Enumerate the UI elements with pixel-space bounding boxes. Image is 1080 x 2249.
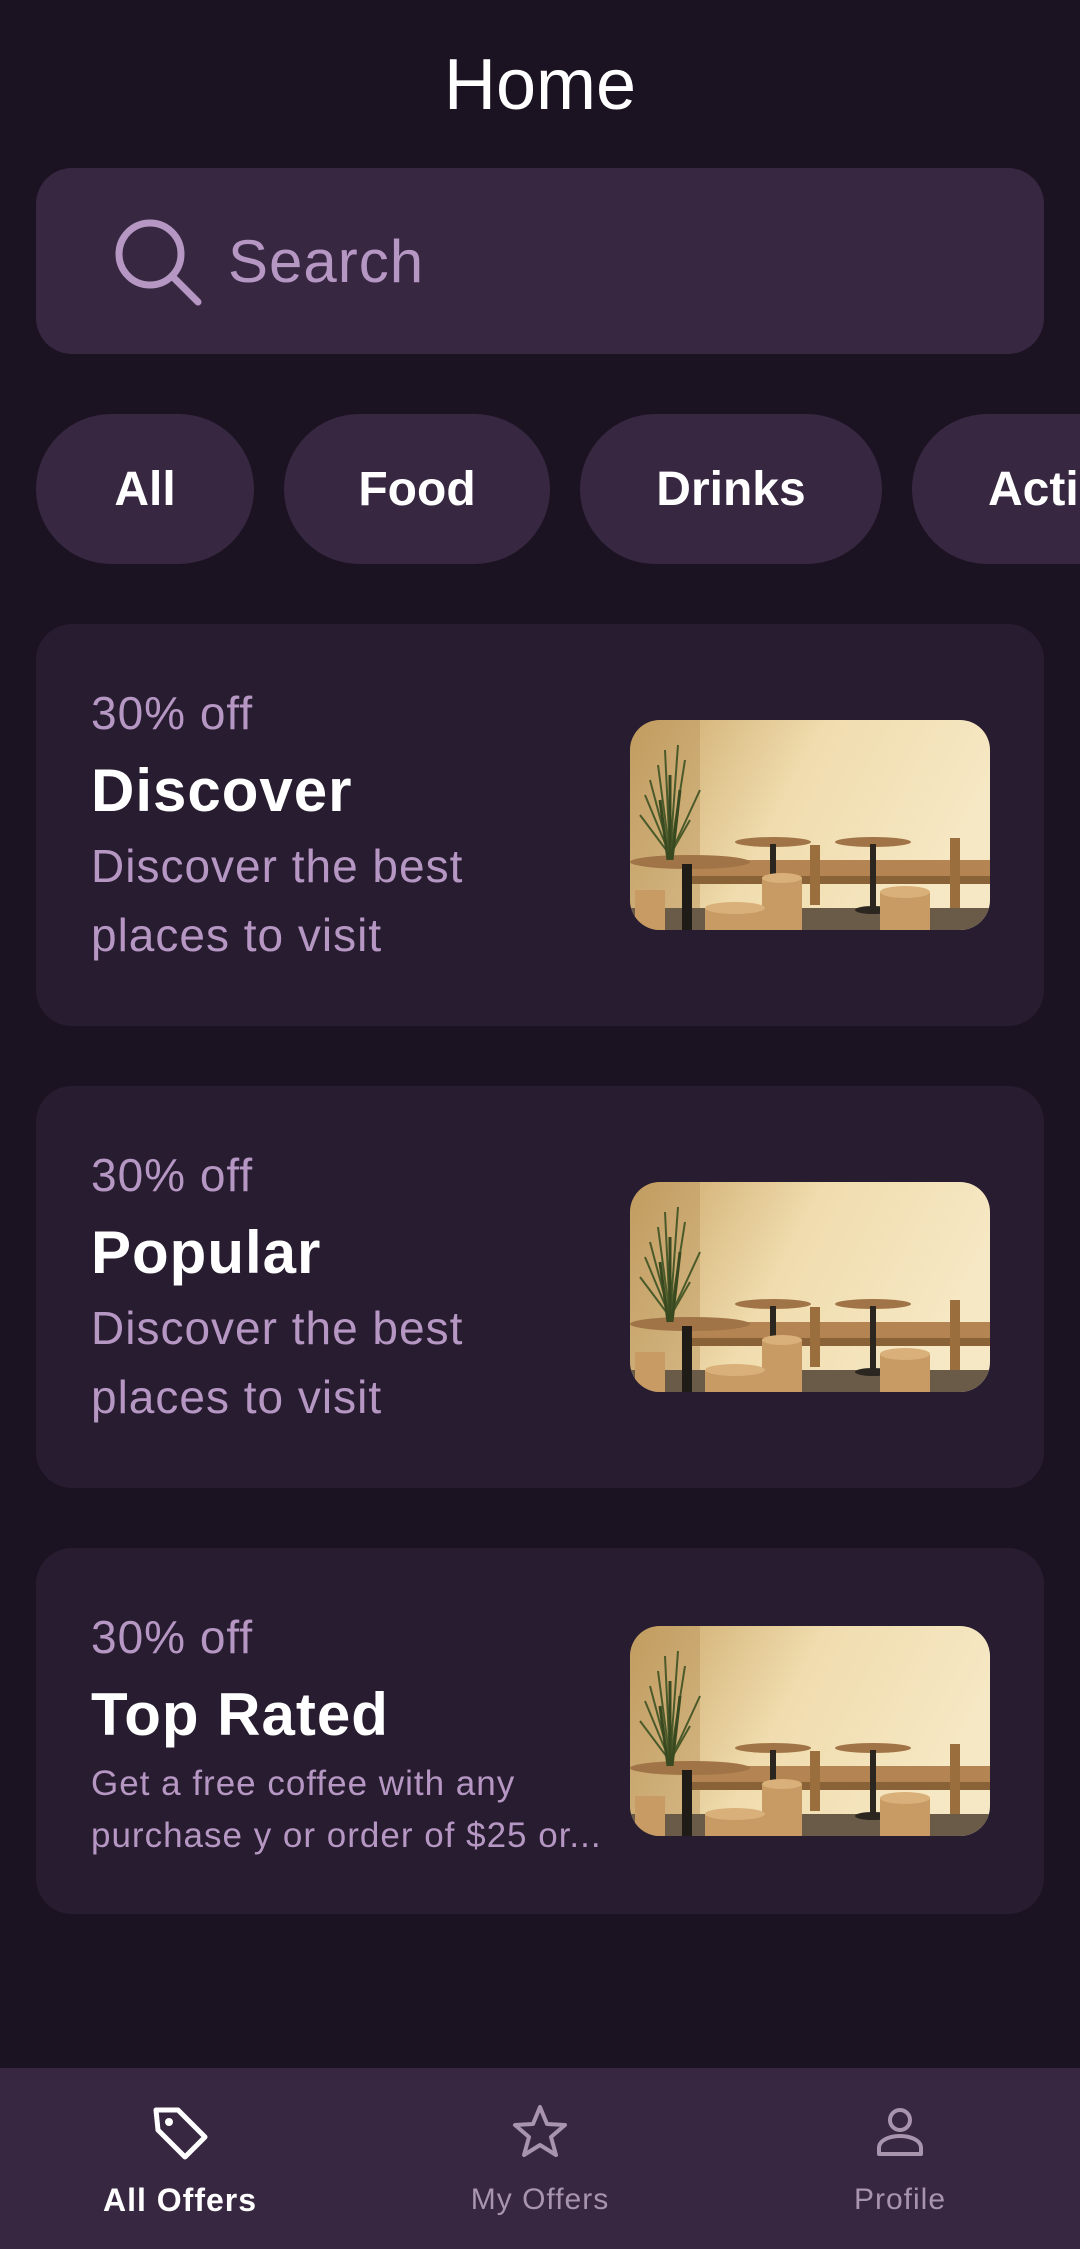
cafe-interior-image [630, 1626, 990, 1836]
cafe-interior-image [630, 720, 990, 930]
chip-drinks[interactable]: Drinks [580, 414, 882, 564]
nav-label: Profile [853, 2183, 947, 2216]
offer-description: Discover the best places to visit [91, 1302, 464, 1423]
chip-activities[interactable]: Acti [912, 414, 1080, 564]
chip-food[interactable]: Food [284, 414, 550, 564]
cafe-interior-image [630, 1182, 990, 1392]
nav-item-profile[interactable]: Profile [720, 2068, 1080, 2249]
cafe-photo [630, 720, 990, 930]
person-icon [877, 2108, 923, 2156]
tag-icon [153, 2107, 208, 2160]
offer-card-top-rated[interactable]: 30% off Top Rated Get a free coffee with… [36, 1548, 1044, 1914]
bottom-navigation: All Offers My Offers Profile [0, 2068, 1080, 2249]
offer-title: Popular [91, 1219, 322, 1286]
nav-label: My Offers [470, 2183, 610, 2216]
cafe-photo [630, 1182, 990, 1392]
offer-discount: 30% off [91, 687, 254, 739]
offer-card-popular[interactable]: 30% off Popular Discover the best places… [36, 1086, 1044, 1488]
nav-item-my-offers[interactable]: My Offers [360, 2068, 720, 2249]
category-chips: All Food Drinks Acti [0, 414, 1080, 564]
page-title: Home [443, 45, 637, 125]
offer-title: Discover [91, 757, 353, 824]
nav-item-all-offers[interactable]: All Offers [0, 2068, 360, 2249]
offer-title: Top Rated [91, 1681, 389, 1748]
search-icon [115, 219, 202, 306]
offer-description: Discover the best places to visit [91, 840, 464, 961]
search-bar[interactable] [36, 168, 1044, 354]
star-icon [513, 2105, 567, 2157]
nav-label: All Offers [102, 2182, 258, 2218]
home-screen: Home All Food Drinks Acti 30% off Discov… [0, 0, 1080, 2249]
cafe-photo [630, 1626, 990, 1836]
offer-discount: 30% off [91, 1611, 254, 1663]
chip-all[interactable]: All [36, 414, 254, 564]
offer-description: Get a free coffee with any purchase y or… [91, 1764, 602, 1855]
offer-card-discover[interactable]: 30% off Discover Discover the best place… [36, 624, 1044, 1026]
offer-discount: 30% off [91, 1149, 254, 1201]
search-input[interactable] [228, 206, 1008, 316]
